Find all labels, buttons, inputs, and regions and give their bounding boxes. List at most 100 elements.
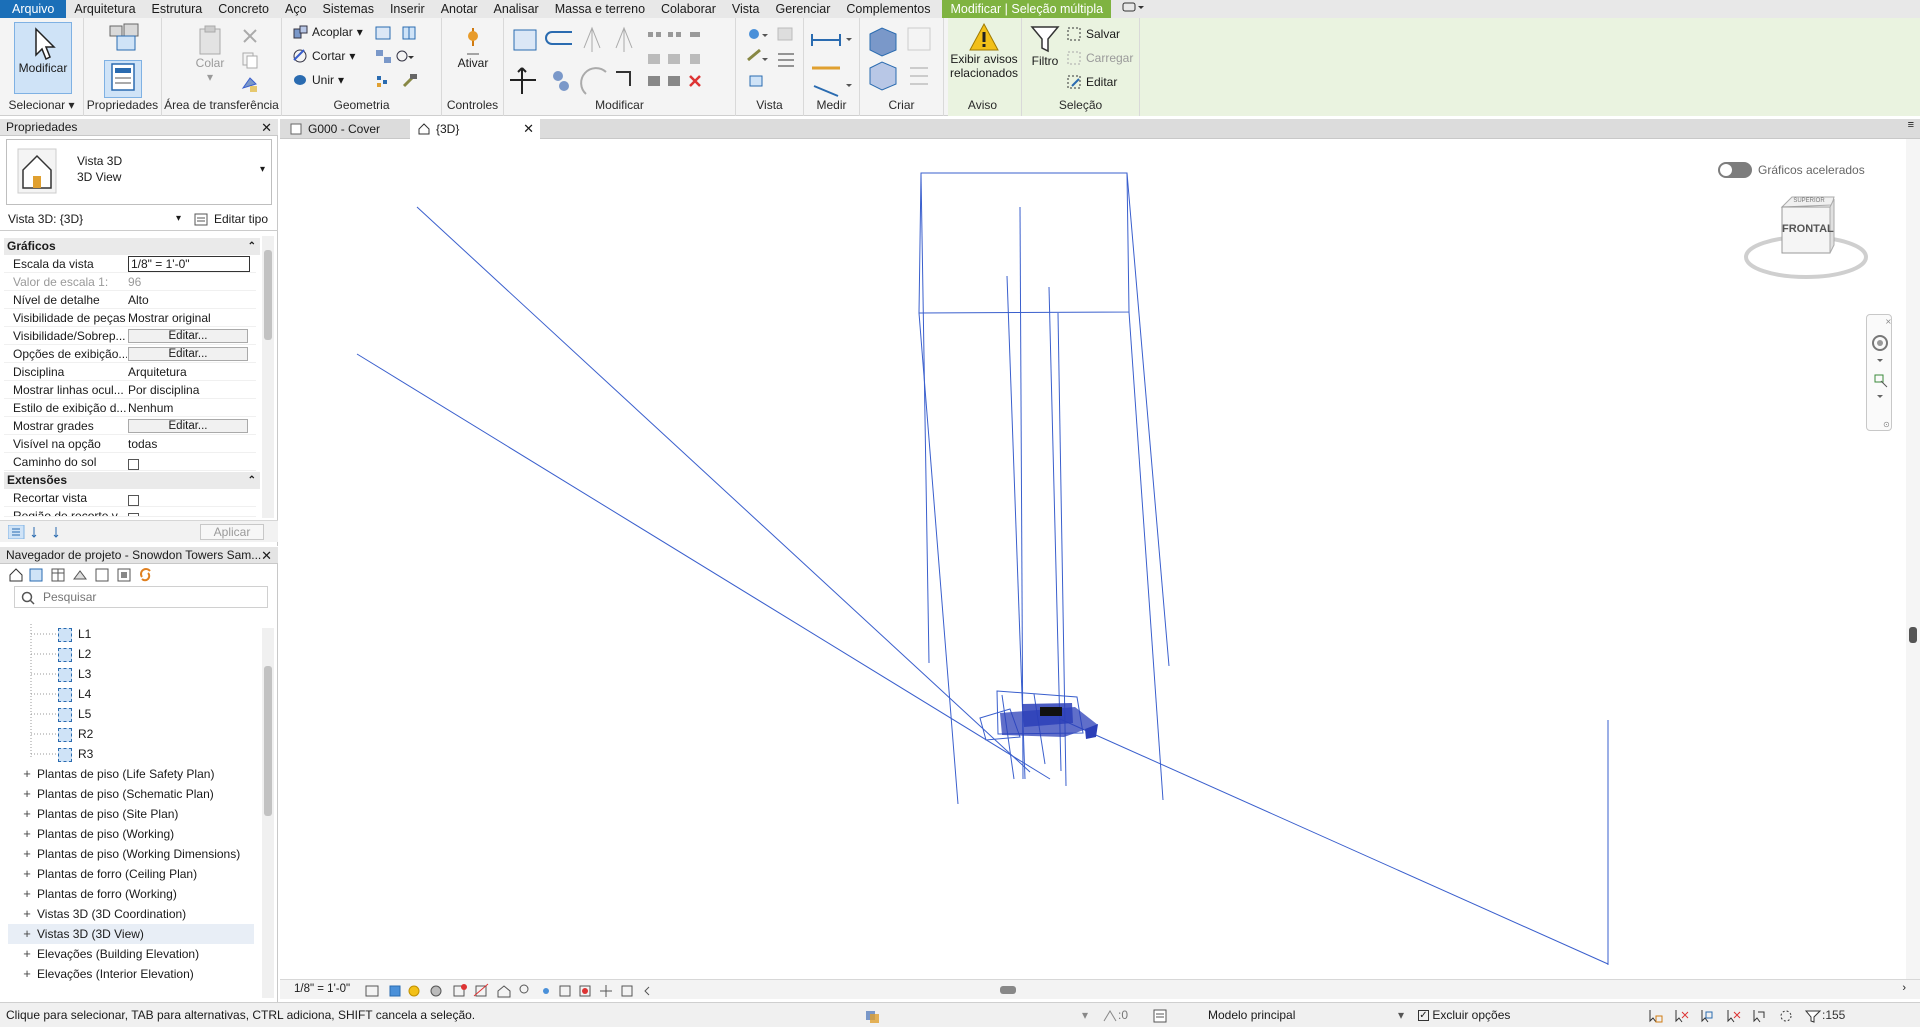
edit-type-button[interactable]: Editar tipo <box>190 210 274 228</box>
menu-sistemas[interactable]: Sistemas <box>315 0 382 18</box>
filter-button[interactable]: Filtro <box>1026 24 1064 84</box>
measure-tools-icons[interactable] <box>808 24 858 98</box>
tree-level-item[interactable]: L4 <box>58 684 91 704</box>
tab-3d[interactable]: {3D} ✕ <box>410 119 540 139</box>
expand-icon[interactable]: + <box>22 924 32 944</box>
tree-group-item[interactable]: + Plantas de piso (Schematic Plan) <box>22 784 214 804</box>
menu-aco[interactable]: Aço <box>277 0 315 18</box>
edit-grids-button[interactable]: Editar... <box>128 419 248 433</box>
paint-icon[interactable] <box>374 48 414 66</box>
create-tools-icons[interactable] <box>866 24 942 98</box>
category-graficos[interactable]: Gráficos ⌃ <box>4 238 260 255</box>
expand-icon[interactable]: + <box>22 764 32 784</box>
prop-row[interactable]: Visibilidade de peças Mostrar original <box>4 309 256 327</box>
view-scale-field[interactable]: 1/8" = 1'-0" <box>128 256 250 272</box>
tree-group-item[interactable]: + Plantas de piso (Site Plan) <box>22 804 178 824</box>
design-option-selector[interactable]: Modelo principal <box>1208 1003 1295 1027</box>
prop-row[interactable]: Estilo de exibição d... Nenhum <box>4 399 256 417</box>
prop-value[interactable]: Arquitetura <box>128 363 250 381</box>
show-related-warnings-button[interactable]: Exibir avisos relacionados <box>948 22 1020 92</box>
tree-group-item[interactable]: + Plantas de piso (Working Dimensions) <box>22 844 240 864</box>
copy-clipboard-icon[interactable] <box>240 50 260 70</box>
tree-level-item[interactable]: L2 <box>58 644 91 664</box>
menu-gerenciar[interactable]: Gerenciar <box>768 0 839 18</box>
ribbon-display-dropdown[interactable] <box>1111 0 1155 18</box>
prop-value[interactable]: Nenhum <box>128 399 250 417</box>
search-input[interactable] <box>43 589 263 605</box>
join-cope-button[interactable]: Acoplar ▾ <box>292 24 363 40</box>
prop-row[interactable]: Visível na opção todas <box>4 435 256 453</box>
view-control-icons[interactable] <box>364 983 714 999</box>
menu-modificar-selecao[interactable]: Modificar | Seleção múltipla <box>942 0 1112 18</box>
menu-colaborar[interactable]: Colaborar <box>653 0 724 18</box>
chevron-down-icon[interactable]: ▾ <box>1082 1003 1088 1027</box>
scroll-thumb[interactable] <box>264 666 272 816</box>
sort-icons[interactable] <box>8 525 72 539</box>
menu-concreto[interactable]: Concreto <box>210 0 277 18</box>
tree-group-item-selected[interactable]: + Vistas 3D (3D View) <box>8 924 254 944</box>
tree-level-item[interactable]: R3 <box>58 744 93 764</box>
tree-group-item[interactable]: + Plantas de piso (Life Safety Plan) <box>22 764 214 784</box>
model-wireframe[interactable] <box>280 139 1906 979</box>
3d-viewport[interactable]: Gráficos acelerados FRONTAL SUPERIOR × ⊙ <box>280 139 1916 979</box>
navigator-toolbar-icons[interactable] <box>8 567 188 583</box>
tab-g000-cover[interactable]: G000 - Cover <box>282 119 408 139</box>
cut-clipboard-icon[interactable] <box>240 26 260 46</box>
type-properties-button[interactable] <box>104 22 144 56</box>
expand-icon[interactable]: + <box>22 824 32 844</box>
prop-value[interactable]: todas <box>128 435 250 453</box>
scroll-right-icon[interactable]: › <box>1902 982 1906 994</box>
wall-joins-icon[interactable] <box>374 24 394 42</box>
tree-group-item[interactable]: + Elevações (Building Elevation) <box>22 944 199 964</box>
prop-value[interactable]: Mostrar original <box>128 309 250 327</box>
cut-geometry-button[interactable]: Cortar ▾ <box>292 48 355 64</box>
edit-visibility-button[interactable]: Editar... <box>128 329 248 343</box>
viewport-scroll-track[interactable] <box>1906 139 1920 979</box>
prop-row[interactable]: Escala da vista 1/8" = 1'-0" <box>4 255 256 273</box>
navigator-scrollbar[interactable] <box>262 628 274 998</box>
nav-bar-icons[interactable]: × ⊙ <box>1867 315 1893 432</box>
paste-button[interactable]: Colar ▾ <box>190 24 230 84</box>
modify-button[interactable]: Modificar <box>14 22 72 94</box>
prop-row[interactable]: Disciplina Arquitetura <box>4 363 256 381</box>
tree-level-item[interactable]: L1 <box>58 624 91 644</box>
tree-group-item[interactable]: + Vistas 3D (3D Coordination) <box>22 904 186 924</box>
chevron-down-icon[interactable]: ▾ <box>1398 1003 1404 1027</box>
crop-region-checkbox[interactable] <box>128 512 139 516</box>
selection-toggle-icons[interactable] <box>1648 1008 1830 1024</box>
split-face-icon[interactable] <box>400 24 420 42</box>
load-selection-button[interactable]: Carregar <box>1066 50 1133 66</box>
menu-vista[interactable]: Vista <box>724 0 768 18</box>
prop-value[interactable]: Por disciplina <box>128 381 250 399</box>
view-tools-icons[interactable] <box>744 24 800 98</box>
menu-analisar[interactable]: Analisar <box>486 0 547 18</box>
menu-arquitetura[interactable]: Arquitetura <box>66 0 143 18</box>
menu-arquivo[interactable]: Arquivo <box>0 0 67 18</box>
tree-level-item[interactable]: L3 <box>58 664 91 684</box>
menu-complementos[interactable]: Complementos <box>838 0 938 18</box>
properties-scrollbar[interactable] <box>262 236 274 518</box>
edit-display-options-button[interactable]: Editar... <box>128 347 248 361</box>
viewcube[interactable]: FRONTAL SUPERIOR <box>1742 195 1872 285</box>
menu-anotar[interactable]: Anotar <box>433 0 486 18</box>
viewport-scroll-thumb[interactable] <box>1909 627 1917 643</box>
prop-row[interactable]: Nível de detalhe Alto <box>4 291 256 309</box>
expand-icon[interactable]: + <box>22 804 32 824</box>
tree-group-item[interactable]: + Elevações (Interior Elevation) <box>22 964 194 984</box>
viewcube-top-label[interactable]: SUPERIOR <box>1784 198 1834 204</box>
close-tab-icon[interactable]: ✕ <box>523 119 534 139</box>
close-icon[interactable]: ✕ <box>261 547 272 564</box>
expand-icon[interactable]: + <box>22 844 32 864</box>
tree-level-item[interactable]: R2 <box>58 724 93 744</box>
prop-value[interactable]: Alto <box>128 291 250 309</box>
exclude-options-toggle[interactable]: ✓ Excluir opções <box>1418 1003 1510 1027</box>
navigator-search[interactable] <box>14 586 268 608</box>
design-options-icon[interactable] <box>1152 1008 1168 1024</box>
edit-selection-button[interactable]: Editar <box>1066 74 1117 90</box>
activate-button[interactable]: Ativar <box>450 26 496 86</box>
close-icon[interactable]: ✕ <box>261 119 272 136</box>
view-scale-button[interactable]: 1/8" = 1'-0" <box>294 983 350 995</box>
select-dropdown[interactable]: Selecionar ▾ <box>0 98 83 112</box>
tree-group-item[interactable]: + Plantas de forro (Working) <box>22 884 177 904</box>
category-extensoes[interactable]: Extensões ⌃ <box>4 472 260 489</box>
